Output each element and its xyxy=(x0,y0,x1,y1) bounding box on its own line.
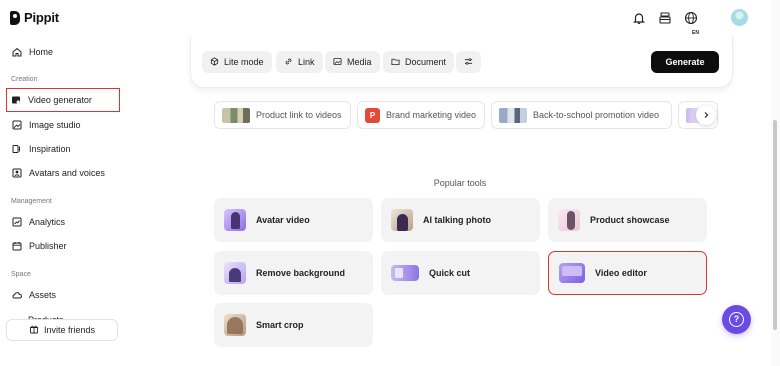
media-button[interactable]: Media xyxy=(325,51,380,73)
suggestion-label: Product link to videos xyxy=(256,110,342,120)
section-label-space: Space xyxy=(11,271,31,278)
sidebar-item-publisher[interactable]: Publisher xyxy=(8,234,67,258)
calendar-icon xyxy=(12,241,22,251)
home-icon xyxy=(12,47,22,57)
tool-product-showcase[interactable]: Product showcase xyxy=(548,198,707,242)
tool-label: Video editor xyxy=(595,268,647,278)
media-label: Media xyxy=(347,57,372,67)
smart-crop-thumbnail xyxy=(224,314,246,336)
sidebar-item-label: Assets xyxy=(29,290,57,300)
sidebar-item-inspiration[interactable]: Inspiration xyxy=(8,137,71,161)
suggestion-product-link[interactable]: Product link to videos xyxy=(214,101,351,129)
cloud-icon xyxy=(12,290,22,300)
lite-mode-label: Lite mode xyxy=(224,57,264,67)
suggestions-next-button[interactable] xyxy=(696,105,716,125)
language-globe-icon[interactable]: EN xyxy=(683,10,699,36)
video-generator-icon xyxy=(11,95,21,105)
sidebar-item-home[interactable]: Home xyxy=(8,40,53,64)
tool-label: Smart crop xyxy=(256,320,304,330)
chevron-right-icon xyxy=(702,106,710,124)
sidebar-item-label: Home xyxy=(29,47,54,57)
lite-mode-button[interactable]: Lite mode xyxy=(202,51,272,73)
tool-label: Quick cut xyxy=(429,268,471,278)
suggestion-brand-marketing[interactable]: P Brand marketing video xyxy=(357,101,485,129)
image-icon xyxy=(333,57,342,68)
link-button[interactable]: Link xyxy=(276,51,323,73)
product-showcase-thumbnail xyxy=(558,209,580,231)
app-name: Pippit xyxy=(24,10,59,25)
tool-label: Remove background xyxy=(256,268,346,278)
sidebar-item-label: Avatars and voices xyxy=(29,168,105,178)
suggestion-thumbnail xyxy=(222,107,250,123)
question-icon: ? xyxy=(729,312,744,327)
avatar-voice-icon xyxy=(12,168,22,178)
avatar-video-thumbnail xyxy=(224,209,246,231)
sidebar-item-label: Inspiration xyxy=(29,144,71,154)
invite-friends-label: Invite friends xyxy=(43,325,96,335)
sidebar-item-assets[interactable]: Assets xyxy=(8,283,56,307)
folder-icon xyxy=(391,57,400,68)
tool-avatar-video[interactable]: Avatar video xyxy=(214,198,373,242)
image-studio-icon xyxy=(12,120,22,130)
suggestion-label: Brand marketing video xyxy=(386,110,477,120)
popular-tools-title: Popular tools xyxy=(433,178,487,188)
brand-p-icon: P xyxy=(365,107,380,123)
app-root: Pippit Home Creation Video generator Ima… xyxy=(0,0,780,366)
link-icon xyxy=(284,57,293,68)
section-label-creation: Creation xyxy=(11,76,38,83)
tool-ai-talking-photo[interactable]: AI talking photo xyxy=(381,198,540,242)
analytics-icon xyxy=(12,217,22,227)
link-label: Link xyxy=(298,57,315,67)
notification-bell-icon[interactable] xyxy=(631,10,647,26)
tool-smart-crop[interactable]: Smart crop xyxy=(214,303,373,347)
sidebar-item-avatars-and-voices[interactable]: Avatars and voices xyxy=(8,161,105,185)
gift-icon xyxy=(29,324,39,336)
tool-quick-cut[interactable]: Quick cut xyxy=(381,251,540,295)
inbox-icon[interactable] xyxy=(657,10,673,26)
logo[interactable]: Pippit xyxy=(10,10,59,25)
tool-label: Product showcase xyxy=(590,215,670,225)
suggestion-back-to-school[interactable]: Back-to-school promotion video xyxy=(491,101,672,129)
tool-video-editor[interactable]: Video editor xyxy=(548,251,707,295)
tool-label: Avatar video xyxy=(256,215,310,225)
sidebar: Pippit Home Creation Video generator Ima… xyxy=(0,0,180,366)
video-editor-thumbnail xyxy=(559,263,585,283)
document-label: Document xyxy=(405,57,447,67)
pippit-logo-icon xyxy=(10,10,20,25)
settings-button[interactable] xyxy=(456,51,481,73)
sidebar-item-label: Analytics xyxy=(29,217,66,227)
tool-label: AI talking photo xyxy=(423,215,491,225)
help-button[interactable]: ? xyxy=(722,305,751,334)
suggestion-thumbnail xyxy=(499,107,527,123)
sliders-icon xyxy=(464,57,473,68)
sidebar-item-label: Image studio xyxy=(29,120,81,130)
ai-talking-photo-thumbnail xyxy=(391,209,413,231)
generate-button[interactable]: Generate xyxy=(651,51,719,73)
sidebar-item-label: Publisher xyxy=(29,241,67,251)
sidebar-item-video-generator[interactable]: Video generator xyxy=(6,88,120,112)
sidebar-item-analytics[interactable]: Analytics xyxy=(8,210,65,234)
remove-background-thumbnail xyxy=(224,262,246,284)
suggestion-label: Back-to-school promotion video xyxy=(533,110,660,120)
topbar: EN xyxy=(480,0,780,38)
user-avatar[interactable] xyxy=(731,9,748,26)
sidebar-item-image-studio[interactable]: Image studio xyxy=(8,113,81,137)
cube-icon xyxy=(210,56,219,68)
scrollbar-thumb[interactable] xyxy=(773,120,777,330)
section-label-management: Management xyxy=(11,198,52,205)
quick-cut-thumbnail xyxy=(391,265,419,281)
tool-remove-background[interactable]: Remove background xyxy=(214,251,373,295)
sidebar-item-label: Video generator xyxy=(28,95,92,105)
document-button[interactable]: Document xyxy=(383,51,455,73)
invite-friends-button[interactable]: Invite friends xyxy=(6,319,118,341)
inspiration-icon xyxy=(12,144,22,154)
